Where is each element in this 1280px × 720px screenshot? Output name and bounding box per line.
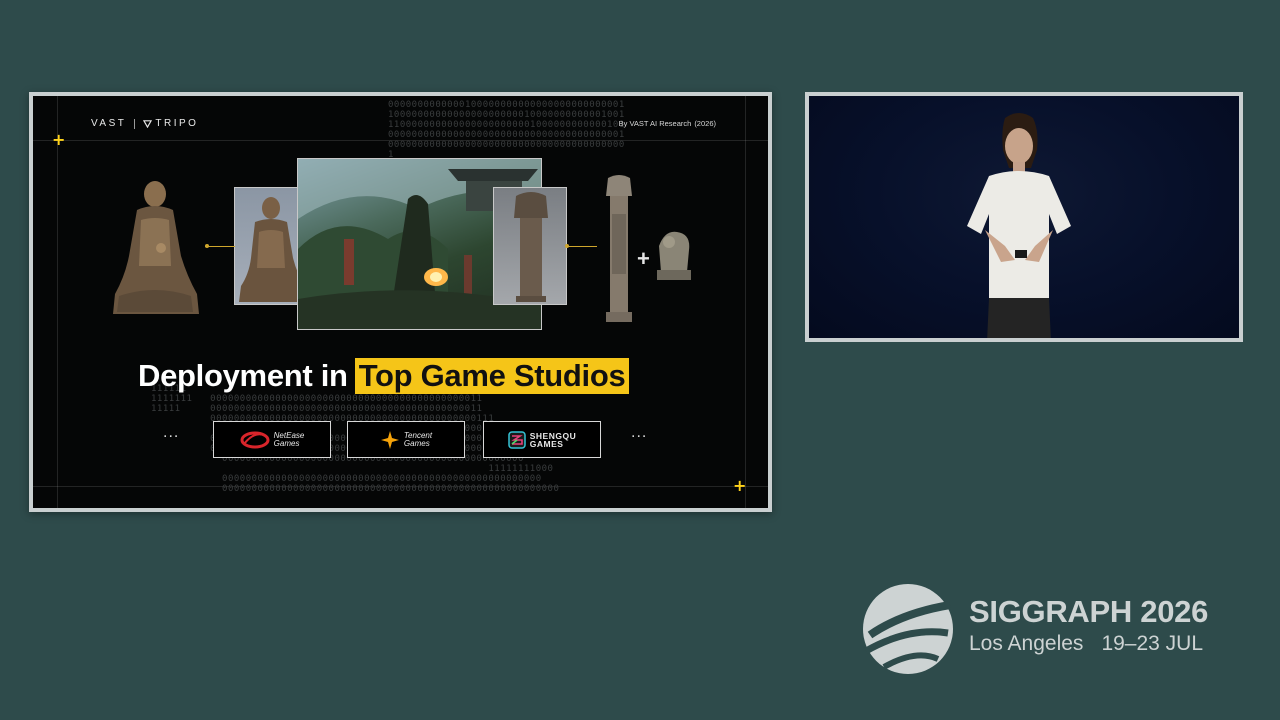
connector-line xyxy=(205,246,235,247)
netease-icon xyxy=(240,431,270,448)
stone-pillar-image xyxy=(606,175,632,322)
vast-logo-text: VAST xyxy=(91,118,127,129)
corner-plus-mark: + xyxy=(52,130,66,149)
siggraph-logo-icon xyxy=(863,584,953,674)
pillar-model-image xyxy=(514,192,548,302)
slide-headline: Deployment in Top Game Studios xyxy=(138,358,630,394)
plus-sign: + xyxy=(637,246,650,271)
shengqu-icon xyxy=(508,430,526,449)
tripo-logo: TRIPO xyxy=(143,118,198,129)
guide-line xyxy=(57,96,58,508)
binary-pattern-top: 0000000000000100000000000000000000000001… xyxy=(388,100,625,160)
shengqu-logo-box: SHENGQU GAMES xyxy=(483,421,601,458)
connector-dot xyxy=(205,244,209,248)
speaker-camera-panel xyxy=(805,92,1243,342)
corner-plus-mark: + xyxy=(733,476,747,495)
headline-highlight: Top Game Studios xyxy=(354,358,630,394)
pillar-model-thumbnail xyxy=(493,187,567,305)
connector-dot xyxy=(565,244,569,248)
tencent-icon xyxy=(380,430,399,449)
slide-byline: By VAST AI Research (2026) xyxy=(619,119,716,128)
headline-prefix: Deployment in xyxy=(138,358,348,393)
shengqu-line2: GAMES xyxy=(529,438,564,449)
tripo-logo-icon xyxy=(143,120,153,128)
brand-divider xyxy=(134,118,136,129)
siggraph-city: Los Angeles xyxy=(969,632,1084,655)
slide-canvas: + + 000000000000010000000000000000000000… xyxy=(33,96,768,508)
netease-logo-box: NetEase Games xyxy=(213,421,331,458)
speaker-video-feed xyxy=(809,96,1239,338)
tencent-line2: Games xyxy=(403,438,430,448)
ellipsis-left: ... xyxy=(163,424,180,441)
vast-tripo-brand: VAST TRIPO xyxy=(91,118,198,129)
siggraph-title: SIGGRAPH 2026 xyxy=(969,594,1209,629)
byline-text: By VAST AI Research xyxy=(618,119,692,128)
guide-line xyxy=(745,96,746,508)
ellipsis-right: ... xyxy=(631,424,648,441)
byline-year: (2026) xyxy=(694,119,716,128)
presentation-slide-panel: + + 000000000000010000000000000000000000… xyxy=(29,92,772,512)
monk-statue-image xyxy=(113,181,199,314)
connector-line xyxy=(567,246,597,247)
tencent-logo-box: Tencent Games xyxy=(347,421,465,458)
siggraph-subtitle: Los Angeles 19–23 JUL xyxy=(969,632,1203,656)
speaker-figure xyxy=(967,113,1071,338)
siggraph-dates: 19–23 JUL xyxy=(1101,632,1204,655)
tripo-logo-text: TRIPO xyxy=(155,118,199,129)
netease-line2: Games xyxy=(273,438,300,448)
stone-lion-image xyxy=(657,231,691,280)
